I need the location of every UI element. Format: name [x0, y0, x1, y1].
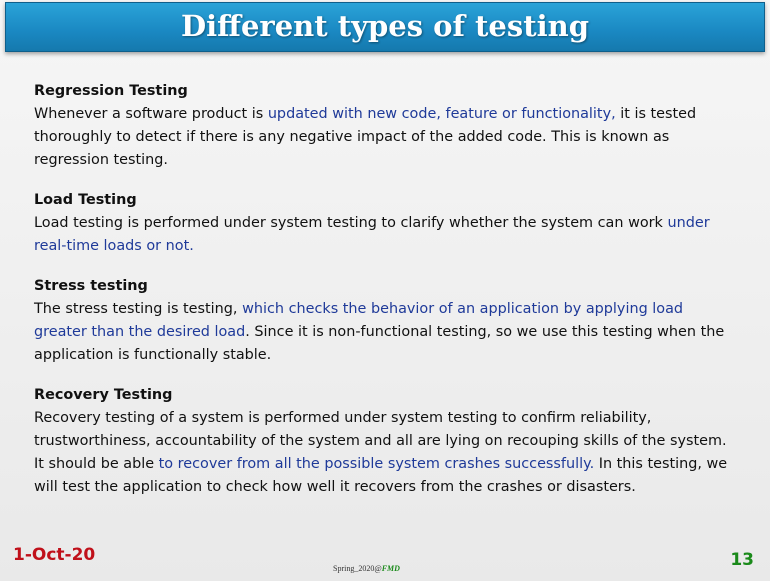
slide-content: Regression Testing Whenever a software p… — [34, 80, 734, 516]
page-number: 13 — [730, 550, 754, 570]
footer-course-tag: Spring_2020@FMD — [333, 564, 400, 573]
section-body: The stress testing is testing, which che… — [34, 298, 734, 367]
footer-date: 1-Oct-20 — [13, 545, 96, 565]
footer-brand: FMD — [381, 564, 400, 573]
section-recovery-testing: Recovery Testing Recovery testing of a s… — [34, 384, 734, 499]
body-text-run: Whenever a software product is — [34, 106, 268, 122]
slide-title: Different types of testing — [181, 9, 589, 43]
section-heading: Regression Testing — [34, 83, 188, 99]
title-bar: Different types of testing — [5, 2, 765, 52]
highlighted-text-run: updated with new code, feature or functi… — [267, 106, 616, 122]
section-heading: Stress testing — [34, 278, 148, 294]
section-body: Whenever a software product is updated w… — [34, 103, 734, 172]
section-stress-testing: Stress testing The stress testing is tes… — [34, 275, 734, 367]
section-heading: Recovery Testing — [34, 387, 173, 403]
slide: Different types of testing Regression Te… — [0, 0, 770, 581]
highlighted-text-run: to recover from all the possible system … — [158, 456, 595, 472]
section-body: Recovery testing of a system is performe… — [34, 407, 734, 499]
section-load-testing: Load Testing Load testing is performed u… — [34, 189, 734, 258]
footer-course-prefix: Spring_2020@ — [333, 564, 382, 573]
section-regression-testing: Regression Testing Whenever a software p… — [34, 80, 734, 172]
body-text-run: The stress testing is testing, — [34, 301, 243, 317]
body-text-run: Load testing is performed under system t… — [34, 215, 668, 231]
section-body: Load testing is performed under system t… — [34, 212, 734, 258]
section-heading: Load Testing — [34, 192, 137, 208]
